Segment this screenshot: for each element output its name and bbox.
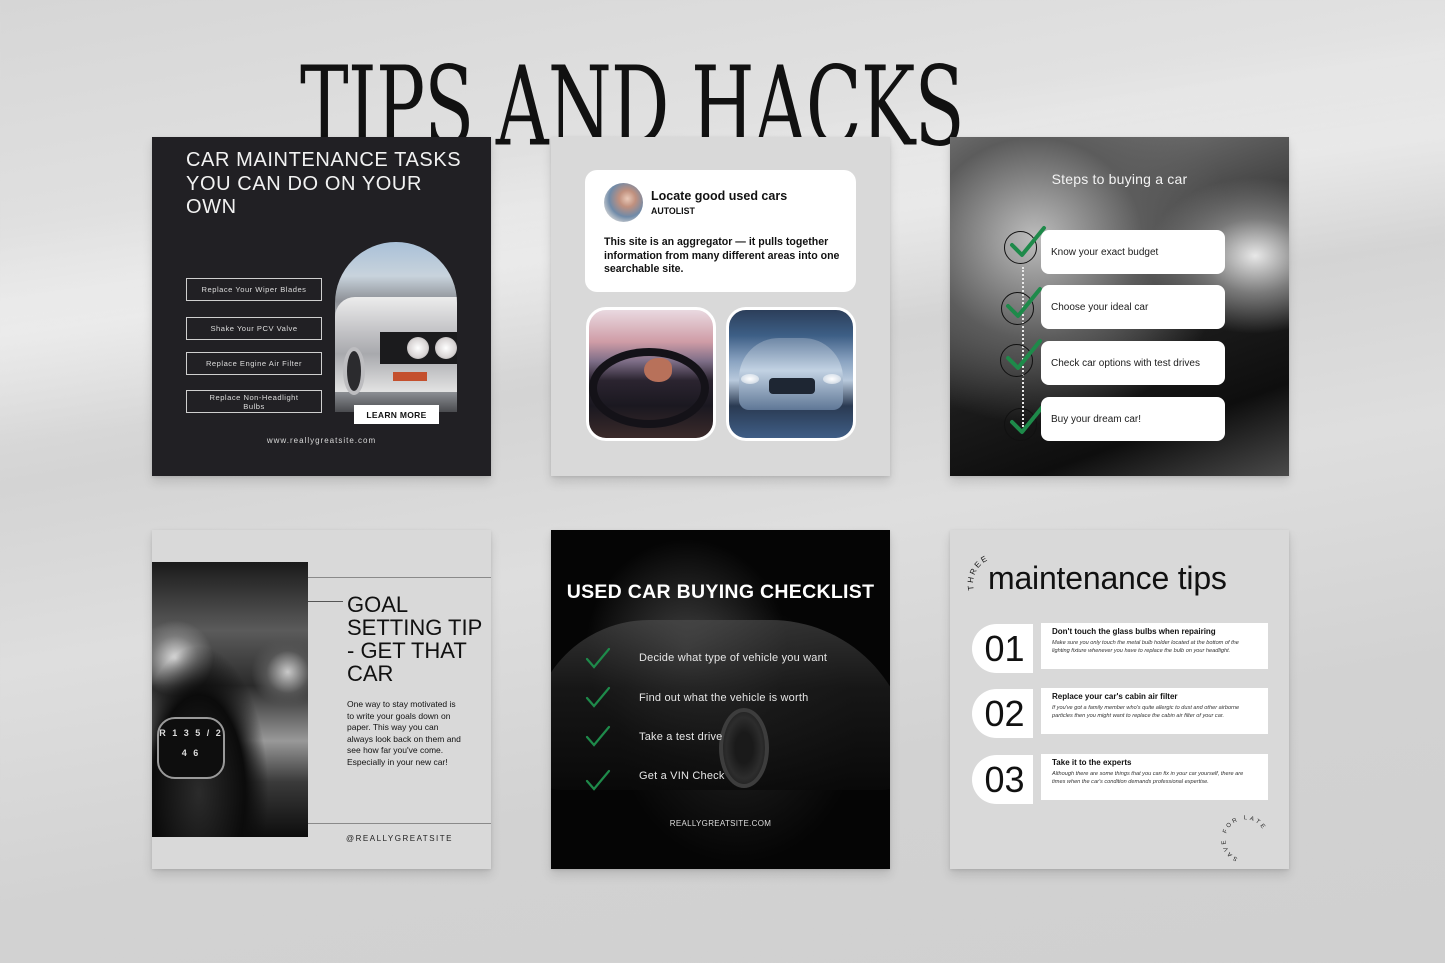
task-button[interactable]: Replace Non-Headlight Bulbs <box>186 390 322 413</box>
divider <box>308 601 343 602</box>
checklist-item: Take a test drive <box>639 731 723 743</box>
tip-body: If you've got a family member who's quit… <box>1052 705 1240 719</box>
tip-item: Don't touch the glass bulbs when repairi… <box>1041 623 1268 669</box>
card-steps-buying-car[interactable]: Steps to buying a car Know your exact bu… <box>950 137 1289 476</box>
task-button[interactable]: Replace Engine Air Filter <box>186 352 322 375</box>
learn-more-button[interactable]: LEARN MORE <box>354 405 439 424</box>
tip-title: Replace your car's cabin air filter <box>1052 692 1178 701</box>
headlight-shape <box>435 337 457 359</box>
step-item: Check car options with test drives <box>1041 341 1225 385</box>
svg-text:SAVE FOR LATER: SAVE FOR LATER <box>1220 810 1267 862</box>
checklist-item: Decide what type of vehicle you want <box>639 652 828 664</box>
gear-knob: R 1 3 5 / 2 4 6 <box>157 717 225 779</box>
check-icon <box>585 647 611 669</box>
check-icon <box>585 769 611 791</box>
kicker-text: THREE <box>966 553 988 591</box>
check-icon <box>585 725 611 747</box>
card-locate-used-cars[interactable]: Locate good used cars AUTOLIST This site… <box>551 137 890 476</box>
hand-shape <box>644 358 672 382</box>
tip-title: Don't touch the glass bulbs when repairi… <box>1052 627 1216 636</box>
card-title: maintenance tips <box>988 560 1227 596</box>
wheel-shape <box>719 708 769 788</box>
check-icon <box>1006 287 1042 318</box>
website-link[interactable]: www.reallygreatsite.com <box>152 436 491 445</box>
tip-item: Take it to the experts Although there ar… <box>1041 754 1268 800</box>
badge-text: SAVE FOR LATER <box>1220 810 1265 862</box>
step-item: Buy your dream car! <box>1041 397 1225 441</box>
post-title: Locate good used cars <box>651 189 788 203</box>
card-title: USED CAR BUYING CHECKLIST <box>566 581 875 603</box>
checklist-item: Get a VIN Check <box>639 770 725 782</box>
gear-shifter-photo: R 1 3 5 / 2 4 6 <box>152 562 308 837</box>
tip-title: Take it to the experts <box>1052 758 1132 767</box>
card-title: CAR MAINTENANCE TASKS YOU CAN DO ON YOUR… <box>186 149 462 218</box>
headlight-shape <box>407 337 429 359</box>
divider <box>308 577 491 578</box>
headlight-shape <box>741 374 759 384</box>
classic-car-photo <box>335 242 457 412</box>
headlight-shape <box>823 374 841 384</box>
step-item: Know your exact budget <box>1041 230 1225 274</box>
step-item: Choose your ideal car <box>1041 285 1225 329</box>
check-icon <box>1006 339 1042 370</box>
post-source: AUTOLIST <box>651 206 695 216</box>
card-title: Steps to buying a car <box>1051 171 1188 187</box>
check-icon <box>585 686 611 708</box>
divider <box>308 823 491 824</box>
card-maintenance-tips[interactable]: THREE maintenance tips 01 Don't touch th… <box>950 530 1289 869</box>
indicator-light-shape <box>393 372 427 381</box>
social-post: Locate good used cars AUTOLIST This site… <box>585 170 856 292</box>
website-link[interactable]: REALLYGREATSITE.COM <box>551 819 890 828</box>
task-button[interactable]: Replace Your Wiper Blades <box>186 278 322 301</box>
social-handle[interactable]: @REALLYGREATSITE <box>308 834 491 843</box>
avatar <box>604 183 643 222</box>
tip-item: Replace your car's cabin air filter If y… <box>1041 688 1268 734</box>
card-used-car-checklist[interactable]: USED CAR BUYING CHECKLIST Decide what ty… <box>551 530 890 869</box>
save-for-later-badge: SAVE FOR LATER <box>1220 810 1267 862</box>
tip-body: Make sure you only touch the metal bulb … <box>1052 640 1239 654</box>
task-button[interactable]: Shake Your PCV Valve <box>186 317 322 340</box>
card-car-maintenance-tasks[interactable]: CAR MAINTENANCE TASKS YOU CAN DO ON YOUR… <box>152 137 491 476</box>
post-body: This site is an aggregator — it pulls to… <box>604 236 840 275</box>
tip-number: 03 <box>972 755 1033 804</box>
card-body: One way to stay motivated is to write yo… <box>347 699 461 767</box>
car-grille-shape <box>769 378 815 394</box>
card-goal-setting-tip[interactable]: R 1 3 5 / 2 4 6 GOAL SETTING TIP - GET T… <box>152 530 491 869</box>
checklist-item: Find out what the vehicle is worth <box>639 692 809 704</box>
tip-body: Although there are some things that you … <box>1052 771 1244 785</box>
tip-number: 01 <box>972 624 1033 673</box>
mercedes-front-photo <box>726 307 856 441</box>
svg-text:THREE: THREE <box>966 553 990 591</box>
tip-number: 02 <box>972 689 1033 738</box>
wheel-shape <box>343 347 365 395</box>
driver-steering-wheel-photo <box>586 307 716 441</box>
card-title: GOAL SETTING TIP - GET THAT CAR <box>347 592 482 686</box>
